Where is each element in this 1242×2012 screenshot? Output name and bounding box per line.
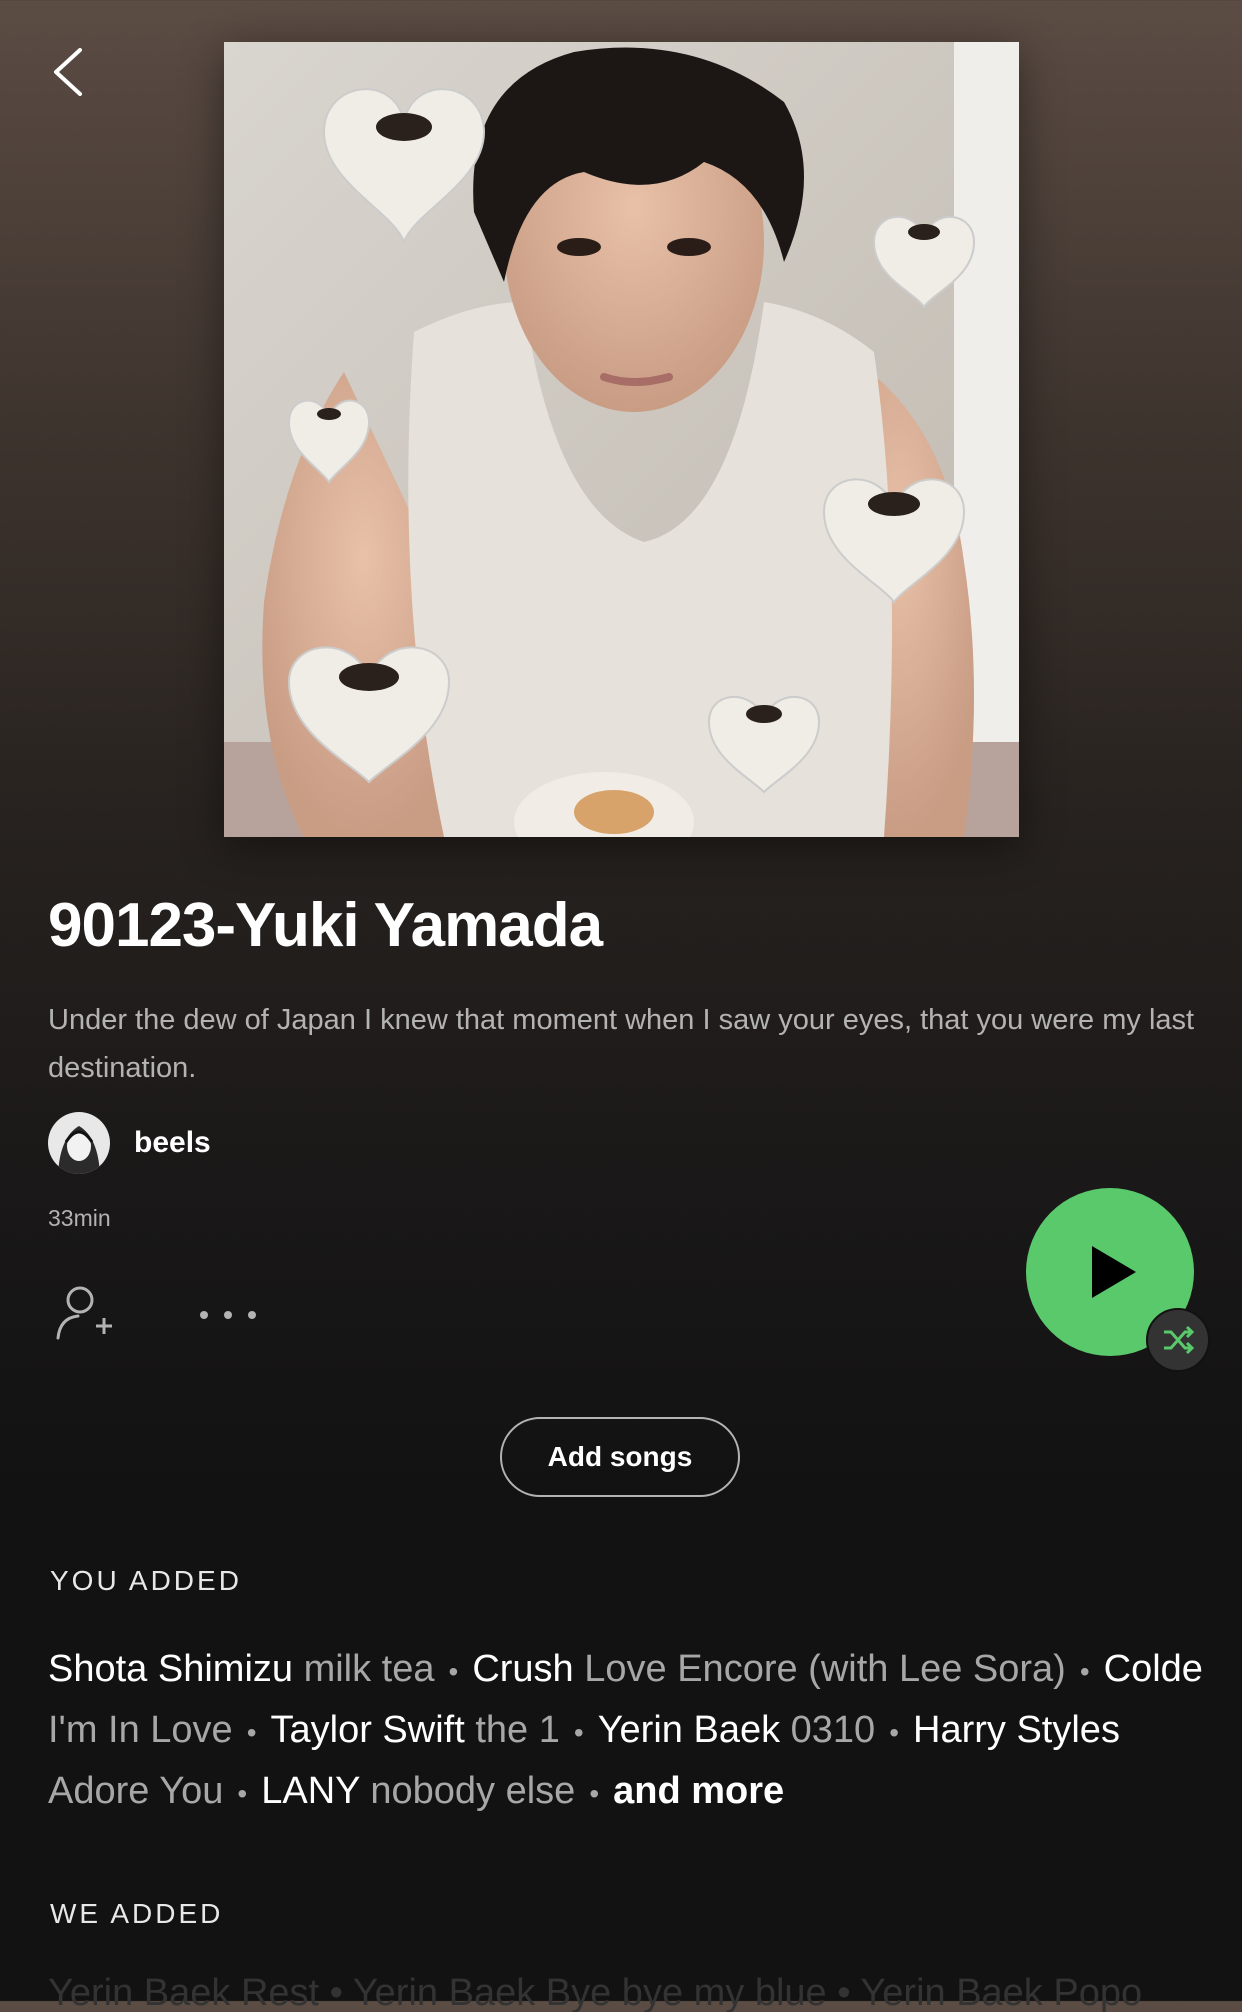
- track-artist: Shota Shimizu: [48, 1648, 294, 1690]
- track-artist: Colde: [1103, 1648, 1203, 1690]
- we-added-heading: WE ADDED: [50, 1898, 224, 1929]
- track-artist: Yerin Baek: [597, 1709, 781, 1751]
- shuffle-icon: [1164, 1325, 1195, 1355]
- back-chevron-icon[interactable]: [48, 46, 92, 98]
- you-added-heading: YOU ADDED: [50, 1565, 242, 1596]
- we-added-preview: Yerin Baek Rest • Yerin Baek Bye bye my …: [48, 1972, 1143, 2012]
- track-artist: Taylor Swift: [270, 1709, 465, 1751]
- playlist-cover-image: [224, 42, 1019, 837]
- track-artist: LANY: [261, 1770, 360, 1812]
- track-title: I'm In Love: [48, 1709, 233, 1751]
- track-item[interactable]: Taylor Swift the 1: [271, 1709, 560, 1751]
- track-title: 0310: [790, 1709, 876, 1751]
- separator-dot: •: [448, 1656, 459, 1687]
- and-more-link[interactable]: and more: [613, 1770, 784, 1812]
- separator-dot: •: [573, 1717, 584, 1748]
- track-item[interactable]: Yerin Baek 0310: [598, 1709, 876, 1751]
- playlist-description: Under the dew of Japan I knew that momen…: [48, 1004, 1195, 1084]
- separator-dot: •: [1079, 1656, 1090, 1687]
- playlist-owner[interactable]: beels: [48, 1112, 211, 1174]
- separator-dot: •: [237, 1778, 248, 1809]
- you-added-track-list: Shota Shimizu milk tea • Crush Love Encore…: [48, 1640, 1208, 1823]
- play-icon: [1092, 1246, 1136, 1298]
- add-user-icon[interactable]: [52, 1282, 116, 1346]
- playlist-title: 90123-Yuki Yamada: [48, 891, 603, 960]
- track-item[interactable]: LANY nobody else: [261, 1770, 575, 1812]
- track-title: the 1: [475, 1709, 560, 1751]
- track-title: nobody else: [370, 1770, 576, 1812]
- track-title: Adore You: [48, 1770, 224, 1812]
- track-artist: Harry Styles: [913, 1709, 1120, 1751]
- owner-avatar[interactable]: [48, 1112, 110, 1174]
- separator-dot: •: [589, 1778, 600, 1809]
- add-songs-button[interactable]: Add songs: [500, 1417, 740, 1497]
- more-options-icon[interactable]: [196, 1300, 260, 1330]
- owner-name[interactable]: beels: [134, 1126, 211, 1160]
- track-artist: Crush: [472, 1648, 574, 1690]
- track-item[interactable]: Crush Love Encore (with Lee Sora): [472, 1648, 1066, 1690]
- track-item[interactable]: Shota Shimizu milk tea: [48, 1648, 435, 1690]
- shuffle-button[interactable]: [1146, 1308, 1210, 1372]
- track-title: milk tea: [303, 1648, 435, 1690]
- separator-dot: •: [889, 1717, 900, 1748]
- playlist-duration: 33min: [48, 1205, 111, 1231]
- separator-dot: •: [246, 1717, 257, 1748]
- track-title: Love Encore (with Lee Sora): [584, 1648, 1066, 1690]
